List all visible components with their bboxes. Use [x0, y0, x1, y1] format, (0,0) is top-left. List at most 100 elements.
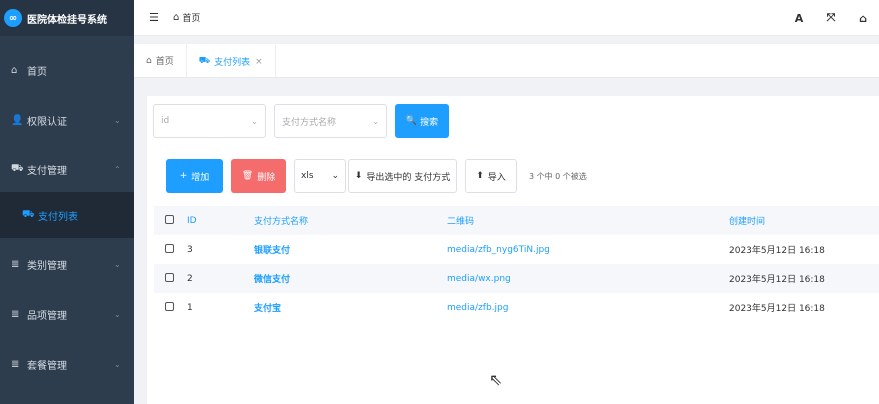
mouse-cursor-icon: ⇖: [489, 370, 503, 389]
car-icon: ⛟: [22, 208, 35, 220]
cell-created: 2023年5月12日 16:18: [729, 275, 825, 285]
app-title: 医院体检挂号系统: [27, 14, 107, 26]
delete-button-label: 删除: [257, 172, 276, 183]
home-icon: ⌂: [146, 55, 152, 66]
id-filter-placeholder: id: [161, 116, 170, 126]
select-all-checkbox[interactable]: [165, 214, 174, 224]
sidebar-item-label: 套餐管理: [27, 360, 67, 372]
export-button-label: 导出选中的 支付方式: [366, 172, 451, 183]
tab-bar: ⌂ 首页 ⛟ 支付列表 ×: [134, 44, 879, 78]
import-button[interactable]: ⬆ 导入: [465, 159, 517, 193]
download-icon: ⬇: [354, 171, 363, 181]
user-icon: 👤: [11, 114, 24, 126]
cell-id: 3: [187, 244, 193, 255]
tab-payment-list[interactable]: ⛟ 支付列表 ×: [186, 44, 276, 77]
delete-button[interactable]: 🗑 删除: [231, 159, 286, 193]
column-header-id[interactable]: ID: [175, 216, 254, 226]
cell-id: 1: [187, 302, 193, 313]
car-icon: ⛟: [11, 162, 24, 174]
home-icon: ⌂: [173, 12, 180, 23]
add-button[interactable]: + 增加: [166, 159, 223, 193]
sidebar-item-auth[interactable]: 👤 权限认证 ⌄: [0, 97, 134, 143]
id-filter-select[interactable]: id ⌄: [153, 104, 266, 138]
sidebar-item-label: 类别管理: [27, 260, 67, 272]
table-row: 1 支付宝 media/zfb.jpg 2023年5月12日 16:18: [154, 293, 879, 322]
sidebar-item-label: 首页: [27, 66, 47, 78]
search-icon: 🔍: [405, 116, 418, 126]
home-icon[interactable]: ⌂: [847, 12, 879, 25]
chevron-down-icon: ⌄: [114, 259, 121, 269]
row-checkbox[interactable]: [165, 272, 174, 282]
list-icon: ≣: [11, 308, 20, 320]
cell-qr-path[interactable]: media/zfb_nyg6TiN.jpg: [447, 245, 729, 255]
cell-created: 2023年5月12日 16:18: [729, 246, 825, 256]
trash-icon: 🗑: [241, 171, 254, 181]
plus-icon: +: [179, 171, 188, 181]
column-header-name[interactable]: 支付方式名称: [254, 214, 447, 227]
home-icon: ⌂: [11, 64, 18, 76]
import-button-label: 导入: [487, 172, 506, 183]
sidebar-item-category[interactable]: ≣ 类别管理 ⌄: [0, 241, 134, 287]
search-button[interactable]: 🔍 搜索: [395, 104, 449, 138]
table-header-row: ID 支付方式名称 二维码 创建时间: [154, 206, 879, 235]
cell-qr-path[interactable]: media/zfb.jpg: [447, 303, 729, 313]
table-row: 3 银联支付 media/zfb_nyg6TiN.jpg 2023年5月12日 …: [154, 235, 879, 264]
column-header-qr[interactable]: 二维码: [447, 214, 729, 227]
chevron-down-icon: ⌄: [114, 359, 121, 369]
list-icon: ≣: [11, 358, 20, 370]
tab-label: 支付列表: [214, 58, 251, 68]
sidebar: ∞ 医院体检挂号系统 ⌂ 首页 👤 权限认证 ⌄ ⛟ 支付管理 ⌃ ⛟ 支付列表…: [0, 0, 134, 404]
payment-name-link[interactable]: 微信支付: [254, 275, 290, 285]
logo-icon: ∞: [4, 9, 22, 27]
sidebar-item-label: 品项管理: [27, 310, 67, 322]
add-button-label: 增加: [191, 172, 210, 183]
search-button-label: 搜索: [420, 117, 439, 128]
logo[interactable]: ∞ 医院体检挂号系统: [0, 0, 134, 36]
list-icon: ≣: [11, 258, 20, 270]
chevron-down-icon: ⌄: [372, 116, 379, 126]
search-row: id ⌄ 支付方式名称 ⌄ 🔍 搜索: [153, 104, 449, 138]
export-format-value: xls: [301, 171, 314, 181]
sidebar-item-items[interactable]: ≣ 品项管理 ⌄: [0, 291, 134, 337]
close-icon[interactable]: ×: [255, 57, 263, 67]
payment-name-filter-select[interactable]: 支付方式名称 ⌄: [274, 104, 387, 138]
payment-table: ID 支付方式名称 二维码 创建时间 3 银联支付 media/zfb_nyg6…: [154, 206, 879, 322]
tab-home[interactable]: ⌂ 首页: [134, 44, 187, 77]
top-header: ☰ ⌂ 首页 A ⤧ ⌂: [134, 0, 879, 36]
sidebar-item-home[interactable]: ⌂ 首页: [0, 47, 134, 93]
content-card: id ⌄ 支付方式名称 ⌄ 🔍 搜索 + 增加 🗑 删除 xls ⌄ ⬇ 导出选…: [147, 96, 879, 404]
payment-name-link[interactable]: 银联支付: [254, 246, 290, 256]
header-actions: A ⤧ ⌂: [783, 0, 879, 36]
fullscreen-icon[interactable]: ⤧: [815, 11, 847, 25]
sidebar-item-payment-list[interactable]: ⛟ 支付列表: [0, 192, 134, 238]
chevron-down-icon: ⌄: [331, 171, 339, 181]
payment-name-link[interactable]: 支付宝: [254, 304, 281, 314]
export-format-select[interactable]: xls ⌄: [294, 159, 346, 193]
sidebar-item-package[interactable]: ≣ 套餐管理 ⌄: [0, 341, 134, 387]
breadcrumb[interactable]: 首页: [182, 11, 200, 24]
chevron-down-icon: ⌄: [114, 309, 121, 319]
cell-created: 2023年5月12日 16:18: [729, 304, 825, 314]
selection-count: 3 个中 0 个被选: [529, 171, 587, 181]
cell-id: 2: [187, 273, 193, 284]
chevron-up-icon: ⌃: [114, 164, 121, 174]
car-icon: ⛟: [198, 56, 211, 66]
sidebar-item-label: 权限认证: [27, 116, 67, 128]
table-row: 2 微信支付 media/wx.png 2023年5月12日 16:18: [154, 264, 879, 293]
column-header-created[interactable]: 创建时间: [729, 214, 879, 227]
export-selected-button[interactable]: ⬇ 导出选中的 支付方式: [348, 159, 457, 193]
payment-name-placeholder: 支付方式名称: [282, 117, 337, 128]
row-checkbox[interactable]: [165, 301, 174, 311]
toolbar: + 增加 🗑 删除 xls ⌄ ⬇ 导出选中的 支付方式 ⬆ 导入 3 个中 0…: [166, 159, 587, 193]
sidebar-item-payment-management[interactable]: ⛟ 支付管理 ⌃: [0, 146, 134, 192]
chevron-down-icon: ⌄: [114, 115, 121, 125]
chevron-down-icon: ⌄: [251, 116, 258, 126]
font-size-icon[interactable]: A: [783, 12, 815, 25]
row-checkbox[interactable]: [165, 243, 174, 253]
menu-toggle-icon[interactable]: ☰: [149, 11, 163, 24]
sidebar-item-label: 支付管理: [27, 165, 67, 177]
sidebar-item-label: 支付列表: [38, 211, 78, 223]
cell-qr-path[interactable]: media/wx.png: [447, 274, 729, 284]
tab-label: 首页: [155, 57, 174, 67]
upload-icon: ⬆: [476, 171, 484, 181]
